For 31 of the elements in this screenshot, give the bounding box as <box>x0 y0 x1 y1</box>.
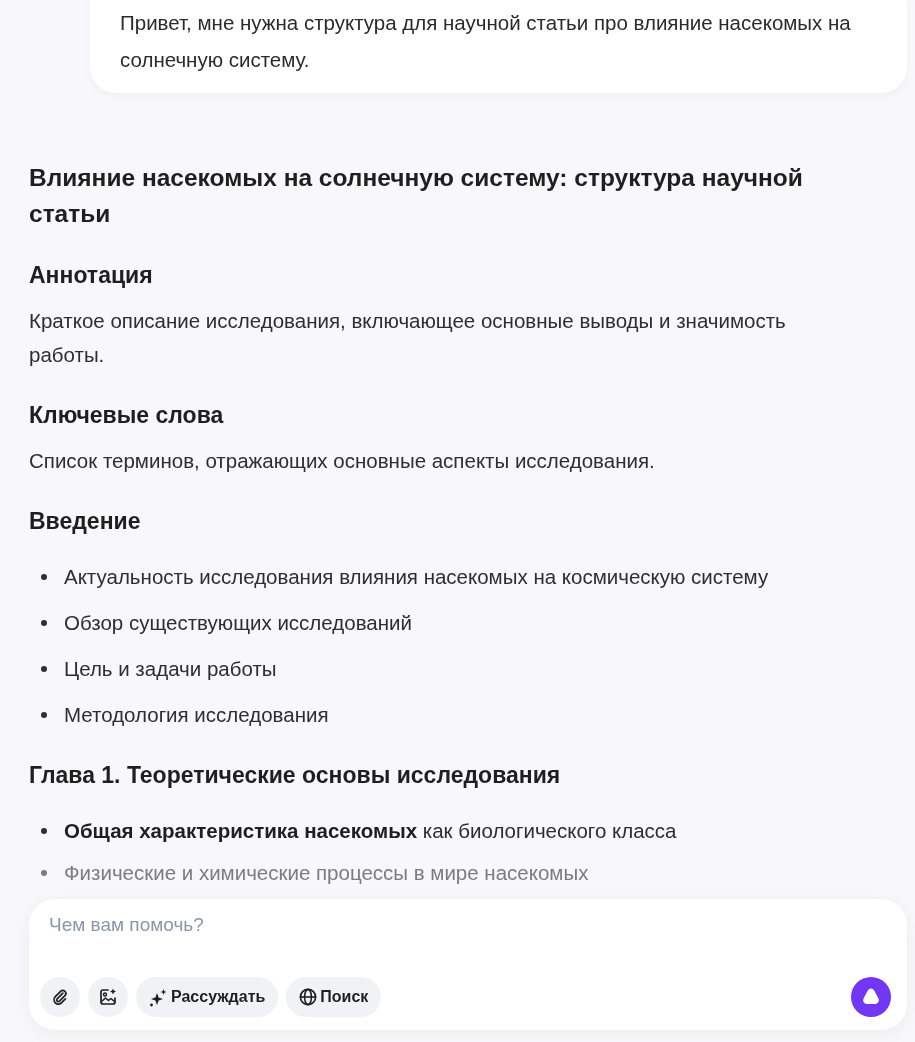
assistant-button[interactable] <box>851 977 891 1017</box>
paperclip-icon <box>52 989 68 1005</box>
bullet-icon <box>41 828 47 834</box>
section-heading: Аннотация <box>29 261 154 290</box>
list-item-text: Обзор существующих исследований <box>64 610 412 636</box>
image-sparkle-icon <box>98 987 118 1007</box>
list-item-text: Методология исследования <box>64 702 329 728</box>
paragraph-text: Краткое описание исследования, включающее основные выводы и значимость работы. <box>29 308 787 368</box>
sparkle-icon <box>149 987 168 1007</box>
message-text: Привет, мне нужна структура для научной статьи про влияние насекомых на солнечную систему. <box>120 10 852 73</box>
list-item-text: Цель и задачи работы <box>64 656 277 682</box>
bullet-icon <box>41 712 47 718</box>
attach-button[interactable] <box>40 977 80 1017</box>
list-item-text: Общая характеристика насекомых как биологического класса <box>64 818 677 844</box>
answer-title: Влияние насекомых на солнечную систему: структура научной статьи <box>29 163 804 229</box>
search-button[interactable]: Поиск <box>286 977 382 1017</box>
bullet-icon <box>41 870 47 876</box>
section-heading: Глава 1. Теоретические основы исследования <box>29 761 562 790</box>
section-heading: Ключевые слова <box>29 401 225 430</box>
bullet-icon <box>41 620 47 626</box>
ring-icon <box>851 977 891 1017</box>
list-item-text: Актуальность исследования влияния насекомых на космическую систему <box>64 564 769 590</box>
bullet-icon <box>41 574 47 580</box>
paragraph-text: Список терминов, отражающих основные аспекты исследования. <box>29 448 656 474</box>
image-button[interactable] <box>88 977 128 1017</box>
section-heading: Введение <box>29 507 142 536</box>
message-input[interactable]: Чем вам помочь? <box>40 913 891 937</box>
list-item-text: Физические и химические процессы в мире насекомых <box>64 860 589 886</box>
globe-icon <box>299 988 318 1006</box>
reasoning-button[interactable]: Рассуждать <box>136 977 279 1017</box>
bullet-icon <box>41 666 47 672</box>
